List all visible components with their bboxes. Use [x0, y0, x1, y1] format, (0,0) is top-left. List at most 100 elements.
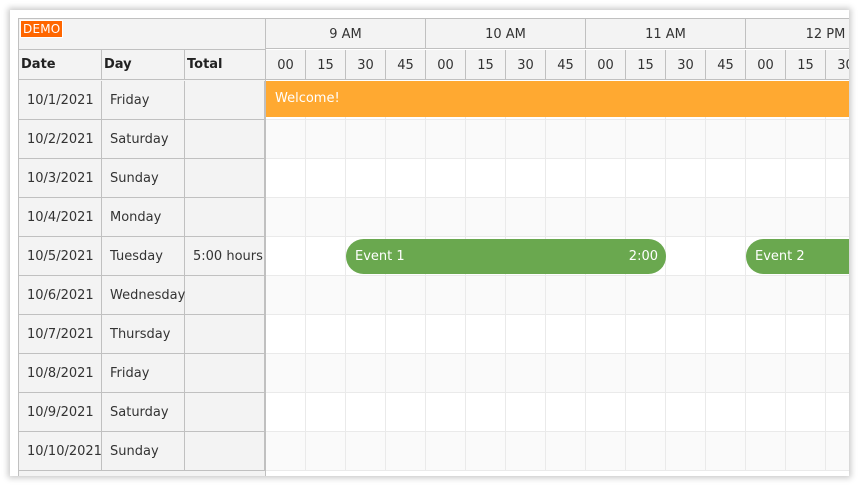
grid-cell[interactable] — [546, 432, 586, 471]
grid-cell[interactable] — [786, 198, 826, 237]
grid-cell[interactable] — [466, 354, 506, 393]
grid-cell[interactable] — [466, 432, 506, 471]
grid-cell[interactable] — [386, 198, 426, 237]
row-header[interactable]: 10/6/2021 Wednesday — [19, 276, 265, 315]
grid-cell[interactable] — [666, 276, 706, 315]
grid-cell[interactable] — [826, 315, 849, 354]
grid-cell[interactable] — [706, 237, 746, 276]
grid-cell[interactable] — [706, 393, 746, 432]
grid-cell[interactable] — [826, 276, 849, 315]
grid-cell[interactable] — [826, 432, 849, 471]
grid-cell[interactable] — [266, 315, 306, 354]
grid-cell[interactable] — [506, 159, 546, 198]
grid-cell[interactable] — [746, 159, 786, 198]
grid-cell[interactable] — [546, 159, 586, 198]
grid-cell[interactable] — [266, 159, 306, 198]
row-header[interactable]: 10/10/2021 Sunday — [19, 432, 265, 471]
grid-cell[interactable] — [786, 276, 826, 315]
grid-cell[interactable] — [546, 120, 586, 159]
grid-cell[interactable] — [706, 120, 746, 159]
grid-cell[interactable] — [626, 276, 666, 315]
grid-cell[interactable] — [306, 393, 346, 432]
grid-cell[interactable] — [826, 354, 849, 393]
grid-cell[interactable] — [466, 315, 506, 354]
grid-cell[interactable] — [786, 354, 826, 393]
grid-cell[interactable] — [666, 354, 706, 393]
row-header[interactable]: 10/4/2021 Monday — [19, 198, 265, 237]
grid-cell[interactable] — [266, 432, 306, 471]
grid-cell[interactable] — [306, 354, 346, 393]
grid-cell[interactable] — [386, 159, 426, 198]
grid-cell[interactable] — [506, 432, 546, 471]
grid-cell[interactable] — [586, 315, 626, 354]
grid-cell[interactable] — [746, 315, 786, 354]
grid-cell[interactable] — [266, 198, 306, 237]
grid-cell[interactable] — [386, 432, 426, 471]
grid-cell[interactable] — [586, 354, 626, 393]
grid-cell[interactable] — [626, 393, 666, 432]
column-header-date[interactable]: Date — [19, 50, 102, 80]
event-welcome[interactable]: Welcome! — [266, 81, 849, 117]
grid-cell[interactable] — [306, 120, 346, 159]
row-header[interactable]: 10/7/2021 Thursday — [19, 315, 265, 354]
grid-cell[interactable] — [626, 120, 666, 159]
grid-cell[interactable] — [826, 159, 849, 198]
grid-cell[interactable] — [426, 393, 466, 432]
grid-cell[interactable] — [546, 393, 586, 432]
grid-cell[interactable] — [346, 198, 386, 237]
grid-cell[interactable] — [506, 276, 546, 315]
grid-cell[interactable] — [466, 276, 506, 315]
grid-cell[interactable] — [266, 354, 306, 393]
grid-cell[interactable] — [586, 198, 626, 237]
grid-cell[interactable] — [346, 276, 386, 315]
grid-cell[interactable] — [306, 432, 346, 471]
grid-cell[interactable] — [546, 354, 586, 393]
grid-cell[interactable] — [626, 159, 666, 198]
grid-cell[interactable] — [426, 315, 466, 354]
grid-cell[interactable] — [426, 354, 466, 393]
grid-cell[interactable] — [786, 159, 826, 198]
grid-cell[interactable] — [386, 315, 426, 354]
grid-cell[interactable] — [426, 120, 466, 159]
grid-cell[interactable] — [666, 315, 706, 354]
grid-cell[interactable] — [306, 159, 346, 198]
grid-cell[interactable] — [666, 120, 706, 159]
grid-cell[interactable] — [786, 432, 826, 471]
grid-cell[interactable] — [426, 276, 466, 315]
row-header[interactable]: 10/8/2021 Friday — [19, 354, 265, 393]
grid-cell[interactable] — [306, 198, 346, 237]
grid-cell[interactable] — [666, 393, 706, 432]
grid-cell[interactable] — [706, 159, 746, 198]
grid-cell[interactable] — [266, 237, 306, 276]
grid-cell[interactable] — [346, 354, 386, 393]
grid-cell[interactable] — [386, 354, 426, 393]
row-header[interactable]: 10/2/2021 Saturday — [19, 120, 265, 159]
grid-cell[interactable] — [626, 354, 666, 393]
grid-cell[interactable] — [506, 354, 546, 393]
grid-cell[interactable] — [746, 432, 786, 471]
grid-cell[interactable] — [546, 198, 586, 237]
column-header-day[interactable]: Day — [102, 50, 185, 80]
grid-cell[interactable] — [706, 315, 746, 354]
grid-cell[interactable] — [506, 120, 546, 159]
grid-cell[interactable] — [346, 393, 386, 432]
grid-cell[interactable] — [546, 276, 586, 315]
grid-cell[interactable] — [786, 120, 826, 159]
row-header[interactable]: 10/3/2021 Sunday — [19, 159, 265, 198]
grid-cell[interactable] — [746, 354, 786, 393]
grid-cell[interactable] — [746, 198, 786, 237]
grid-cell[interactable] — [266, 120, 306, 159]
grid-cell[interactable] — [626, 315, 666, 354]
timeline-grid[interactable] — [266, 81, 849, 476]
grid-cell[interactable] — [506, 393, 546, 432]
grid-cell[interactable] — [386, 393, 426, 432]
grid-cell[interactable] — [346, 120, 386, 159]
grid-cell[interactable] — [586, 159, 626, 198]
grid-cell[interactable] — [266, 276, 306, 315]
grid-cell[interactable] — [506, 198, 546, 237]
grid-cell[interactable] — [346, 432, 386, 471]
grid-cell[interactable] — [426, 432, 466, 471]
grid-cell[interactable] — [666, 432, 706, 471]
event-2[interactable]: Event 2 — [746, 239, 849, 274]
grid-cell[interactable] — [426, 198, 466, 237]
